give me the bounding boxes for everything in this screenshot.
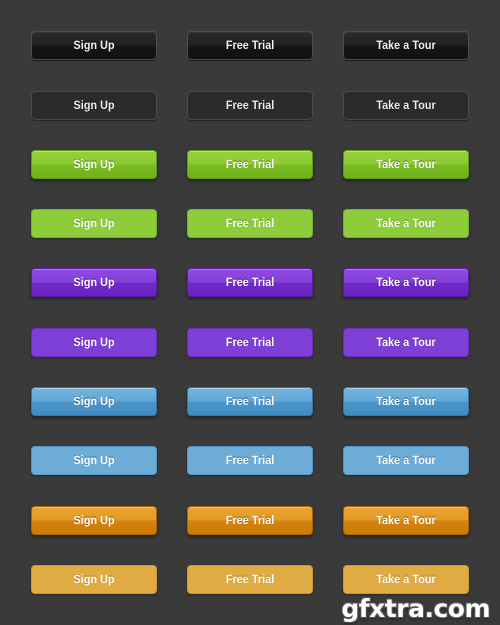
- button-black-glossy-free-trial[interactable]: Free Trial: [187, 31, 313, 60]
- button-purple-flat-free-trial[interactable]: Free Trial: [187, 328, 313, 357]
- button-blue-flat-take-a-tour[interactable]: Take a Tour: [343, 446, 469, 475]
- button-black-flat-take-a-tour[interactable]: Take a Tour: [343, 91, 469, 120]
- button-label: Free Trial: [225, 573, 275, 586]
- button-orange-glossy-take-a-tour[interactable]: Take a Tour: [343, 506, 469, 535]
- button-row-blue-flat: Sign Up Free Trial Take a Tour: [0, 446, 500, 476]
- watermark-gfxtra: gfxtra.com: [341, 594, 490, 623]
- button-label: Take a Tour: [376, 217, 436, 230]
- button-label: Sign Up: [73, 573, 115, 586]
- button-label: Take a Tour: [376, 454, 436, 467]
- button-row-black-flat: Sign Up Free Trial Take a Tour: [0, 91, 500, 121]
- button-label: Sign Up: [73, 217, 115, 230]
- button-green-glossy-take-a-tour[interactable]: Take a Tour: [343, 150, 469, 179]
- button-row-green-flat: Sign Up Free Trial Take a Tour: [0, 209, 500, 239]
- button-orange-glossy-sign-up[interactable]: Sign Up: [31, 506, 157, 535]
- button-orange-flat-free-trial[interactable]: Free Trial: [187, 565, 313, 594]
- button-label: Free Trial: [225, 158, 275, 171]
- button-blue-glossy-sign-up[interactable]: Sign Up: [31, 387, 157, 416]
- button-orange-flat-take-a-tour[interactable]: Take a Tour: [343, 565, 469, 594]
- button-label: Sign Up: [73, 158, 115, 171]
- button-label: Free Trial: [225, 276, 275, 289]
- button-label: Free Trial: [225, 395, 275, 408]
- button-row-blue-glossy: Sign Up Free Trial Take a Tour: [0, 387, 500, 417]
- button-label: Take a Tour: [376, 158, 436, 171]
- button-black-glossy-take-a-tour[interactable]: Take a Tour: [343, 31, 469, 60]
- button-label: Take a Tour: [376, 395, 436, 408]
- button-black-glossy-sign-up[interactable]: Sign Up: [31, 31, 157, 60]
- button-green-glossy-sign-up[interactable]: Sign Up: [31, 150, 157, 179]
- button-label: Sign Up: [73, 395, 115, 408]
- button-label: Free Trial: [225, 39, 275, 52]
- button-label: Sign Up: [73, 99, 115, 112]
- button-label: Free Trial: [225, 217, 275, 230]
- button-purple-glossy-take-a-tour[interactable]: Take a Tour: [343, 268, 469, 297]
- button-label: Sign Up: [73, 514, 115, 527]
- button-label: Sign Up: [73, 276, 115, 289]
- button-label: Take a Tour: [376, 514, 436, 527]
- button-label: Free Trial: [225, 514, 275, 527]
- button-row-green-glossy: Sign Up Free Trial Take a Tour: [0, 150, 500, 180]
- button-label: Take a Tour: [376, 39, 436, 52]
- button-label: Sign Up: [73, 336, 115, 349]
- button-label: Free Trial: [225, 454, 275, 467]
- button-green-glossy-free-trial[interactable]: Free Trial: [187, 150, 313, 179]
- button-label: Sign Up: [73, 454, 115, 467]
- button-row-black-glossy: Sign Up Free Trial Take a Tour: [0, 31, 500, 61]
- button-purple-glossy-free-trial[interactable]: Free Trial: [187, 268, 313, 297]
- button-label: Free Trial: [225, 99, 275, 112]
- button-black-flat-free-trial[interactable]: Free Trial: [187, 91, 313, 120]
- button-green-flat-free-trial[interactable]: Free Trial: [187, 209, 313, 238]
- button-purple-glossy-sign-up[interactable]: Sign Up: [31, 268, 157, 297]
- button-blue-glossy-free-trial[interactable]: Free Trial: [187, 387, 313, 416]
- button-purple-flat-sign-up[interactable]: Sign Up: [31, 328, 157, 357]
- button-grid: Sign Up Free Trial Take a Tour Sign Up Free …: [0, 0, 500, 625]
- button-label: Take a Tour: [376, 99, 436, 112]
- button-orange-glossy-free-trial[interactable]: Free Trial: [187, 506, 313, 535]
- button-row-orange-glossy: Sign Up Free Trial Take a Tour: [0, 506, 500, 536]
- button-orange-flat-sign-up[interactable]: Sign Up: [31, 565, 157, 594]
- button-label: Free Trial: [225, 336, 275, 349]
- button-label: Take a Tour: [376, 336, 436, 349]
- button-blue-flat-sign-up[interactable]: Sign Up: [31, 446, 157, 475]
- button-label: Sign Up: [73, 39, 115, 52]
- button-purple-flat-take-a-tour[interactable]: Take a Tour: [343, 328, 469, 357]
- button-label: Take a Tour: [376, 573, 436, 586]
- button-row-purple-flat: Sign Up Free Trial Take a Tour: [0, 328, 500, 358]
- button-blue-flat-free-trial[interactable]: Free Trial: [187, 446, 313, 475]
- button-row-orange-flat: Sign Up Free Trial Take a Tour: [0, 565, 500, 595]
- button-row-purple-glossy: Sign Up Free Trial Take a Tour: [0, 268, 500, 298]
- button-blue-glossy-take-a-tour[interactable]: Take a Tour: [343, 387, 469, 416]
- button-green-flat-take-a-tour[interactable]: Take a Tour: [343, 209, 469, 238]
- button-green-flat-sign-up[interactable]: Sign Up: [31, 209, 157, 238]
- button-label: Take a Tour: [376, 276, 436, 289]
- button-black-flat-sign-up[interactable]: Sign Up: [31, 91, 157, 120]
